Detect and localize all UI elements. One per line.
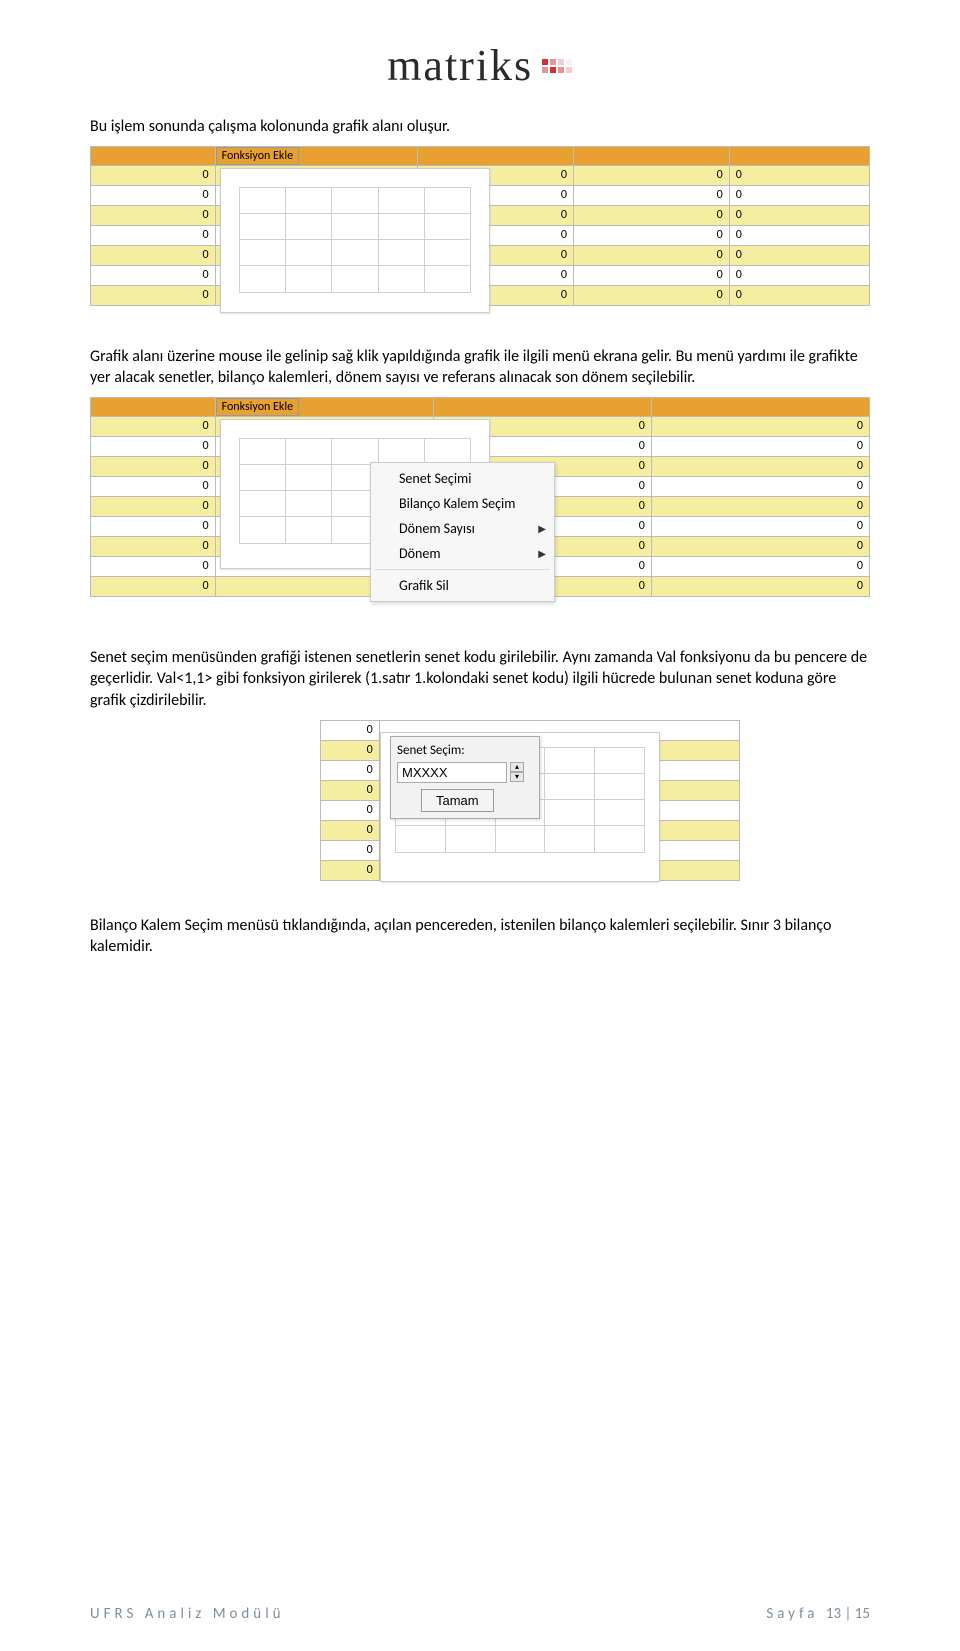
senet-secim-input[interactable]: [397, 762, 507, 783]
graph-panel-blank[interactable]: [220, 168, 490, 313]
fx-button[interactable]: Fonksiyon Ekle: [216, 147, 299, 165]
logo: matriks: [90, 40, 870, 91]
menu-separator: [375, 569, 550, 570]
scroll-down-icon[interactable]: ▾: [510, 772, 524, 782]
chevron-right-icon: ▶: [538, 547, 546, 560]
footer-left: UFRS Analiz Modülü: [90, 1605, 285, 1623]
paragraph-4: Bilanço Kalem Seçim menüsü tıklandığında…: [90, 915, 870, 958]
tamam-button[interactable]: Tamam: [421, 789, 494, 812]
footer-right: Sayfa 13 | 15: [766, 1605, 870, 1623]
menu-item-bilanco-kalem[interactable]: Bilanço Kalem Seçim: [371, 491, 554, 516]
logo-dots-icon: [541, 58, 573, 74]
chevron-right-icon: ▶: [538, 522, 546, 535]
menu-item-grafik-sil[interactable]: Grafik Sil: [371, 573, 554, 598]
logo-text: matriks: [387, 41, 533, 90]
screenshot-grafik-blank: Fonksiyon Ekle 0000 0000 0000 0000 0000 …: [90, 146, 870, 326]
menu-item-donem[interactable]: Dönem▶: [371, 541, 554, 566]
scroll-up-icon[interactable]: ▴: [510, 762, 524, 772]
senet-secim-dialog: Senet Seçim: ▴ ▾ Tamam: [390, 736, 540, 819]
page-footer: UFRS Analiz Modülü Sayfa 13 | 15: [90, 1605, 870, 1623]
menu-item-donem-sayisi[interactable]: Dönem Sayısı▶: [371, 516, 554, 541]
graph-context-menu: Senet Seçimi Bilanço Kalem Seçim Dönem S…: [370, 462, 555, 602]
screenshot-grafik-menu: Fonksiyon Ekle 000 000 000 000 000 000 0…: [90, 397, 870, 627]
fx-button[interactable]: Fonksiyon Ekle: [216, 398, 299, 416]
dialog-title: Senet Seçim:: [397, 743, 533, 758]
menu-item-senet-secimi[interactable]: Senet Seçimi: [371, 466, 554, 491]
paragraph-1: Bu işlem sonunda çalışma kolonunda grafi…: [90, 116, 870, 138]
paragraph-3: Senet seçim menüsünden grafiği istenen s…: [90, 647, 870, 712]
cell: 0: [91, 165, 216, 185]
paragraph-2: Grafik alanı üzerine mouse ile gelinip s…: [90, 346, 870, 389]
screenshot-senet-secim-dialog: 0 0 0 0 0 0 0 0 Senet Seçim: ▴ ▾: [320, 720, 740, 890]
